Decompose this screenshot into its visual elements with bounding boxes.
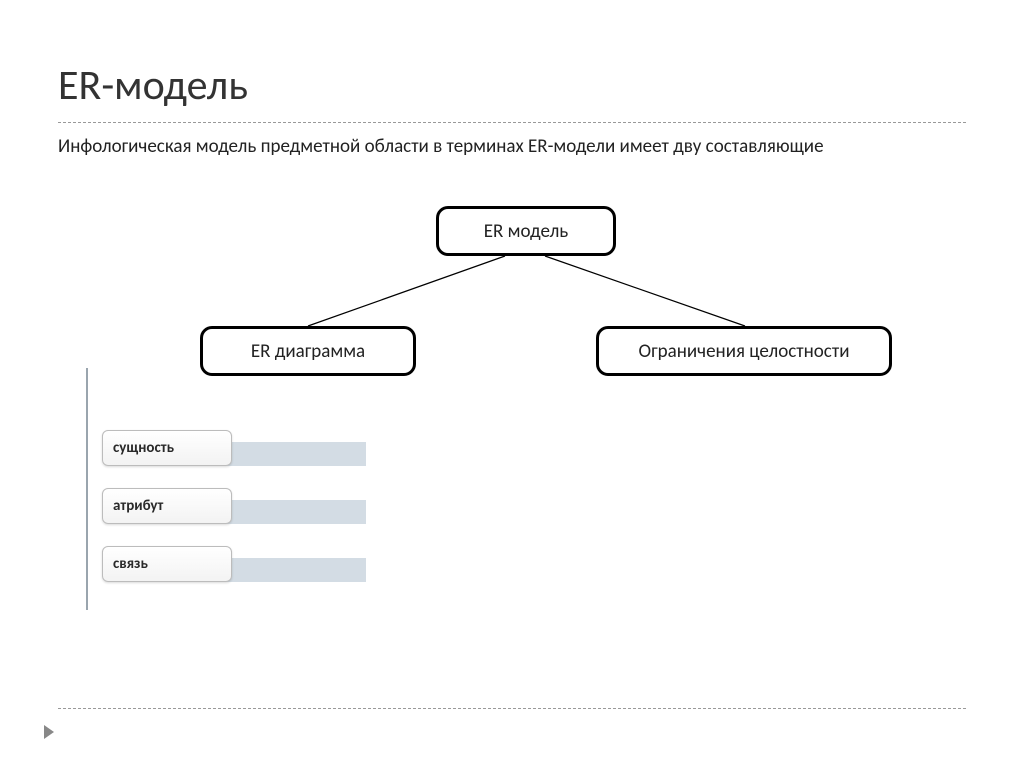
node-er-diagram: ER диаграмма (200, 326, 416, 376)
node-root: ER модель (436, 206, 616, 256)
list-item-chip: сущность (102, 430, 232, 466)
list-item-chip: связь (102, 546, 232, 582)
node-er-diagram-label: ER диаграмма (251, 340, 365, 363)
smartart-list: сущность атрибут связь (86, 424, 386, 598)
list-item-label: сущность (113, 439, 174, 457)
list-item-label: связь (113, 555, 148, 573)
node-root-label: ER модель (484, 220, 568, 243)
list-item: атрибут (86, 482, 386, 532)
bottom-divider (58, 708, 966, 709)
list-item: сущность (86, 424, 386, 474)
list-item-chip: атрибут (102, 488, 232, 524)
page-marker-icon (44, 725, 54, 739)
node-constraints-label: Ограничения целостности (639, 340, 850, 363)
connector-lines (0, 0, 1024, 767)
list-item: связь (86, 540, 386, 590)
node-constraints: Ограничения целостности (596, 326, 892, 376)
list-item-label: атрибут (113, 497, 163, 515)
